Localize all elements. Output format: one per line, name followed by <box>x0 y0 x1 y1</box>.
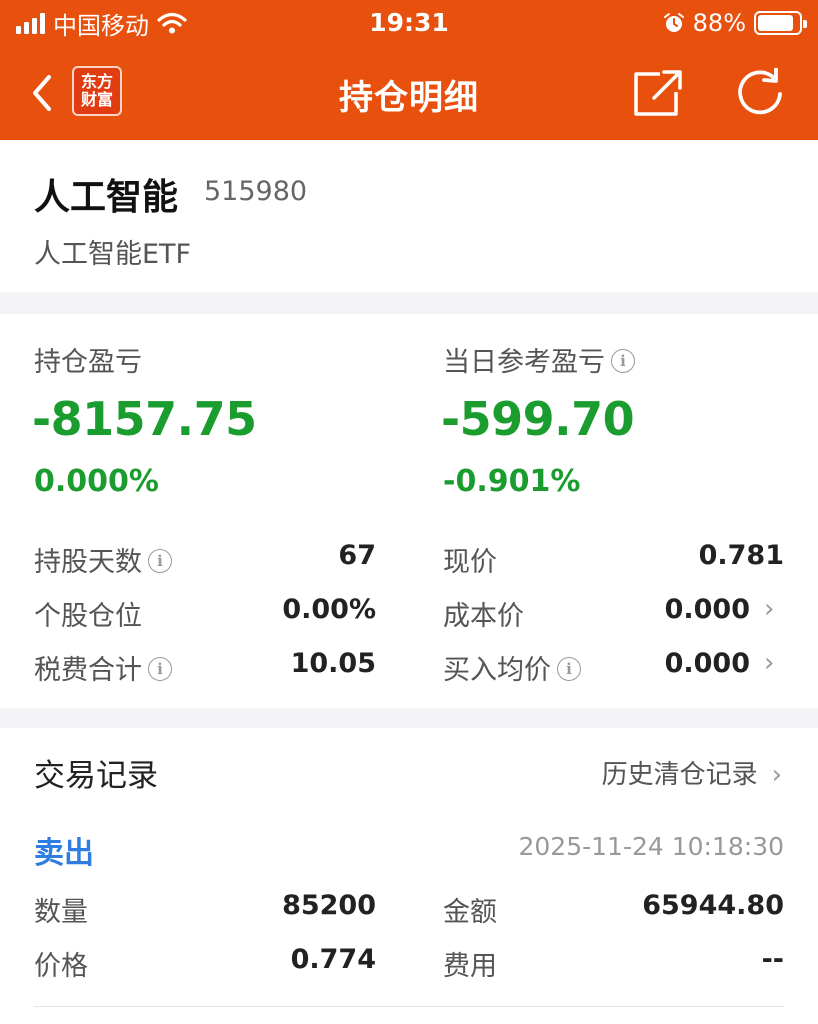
info-icon[interactable]: i <box>148 548 172 573</box>
trade-records-title: 交易记录 <box>34 758 158 794</box>
info-icon[interactable]: i <box>557 656 581 681</box>
trade-type: 卖出 <box>34 836 94 871</box>
holding-days-label: 持股天数 <box>34 547 142 578</box>
trade-fee-value: -- <box>761 944 784 975</box>
trade-qty-label: 数量 <box>34 897 88 928</box>
history-clearance-link[interactable]: 历史清仓记录 › <box>602 754 782 791</box>
page-title: 持仓明细 <box>339 78 479 118</box>
trade-records-section: 交易记录 历史清仓记录 › 卖出 2025-11-24 10:18:30 数量 8… <box>0 728 818 1024</box>
history-clearance-label: 历史清仓记录 <box>601 760 758 790</box>
daily-pnl-value: -599.70 <box>441 392 635 446</box>
cost-price-label[interactable]: 成本价 <box>443 594 524 633</box>
position-ratio-value: 0.00% <box>282 594 376 625</box>
share-button[interactable] <box>630 68 686 118</box>
trade-amount-label: 金额 <box>443 897 497 928</box>
section-divider <box>0 708 818 728</box>
daily-pnl-label: 当日参考盈亏 <box>443 347 605 378</box>
holding-pnl-label: 持仓盈亏 <box>34 347 142 378</box>
app-header: 中国移动 19:31 88% 东方 财富 持仓明细 <box>0 0 818 140</box>
trade-fee-label: 费用 <box>443 951 497 982</box>
daily-pnl-percent: -0.901% <box>443 464 581 499</box>
total-fees-value: 10.05 <box>290 648 376 679</box>
avg-buy-price-label: 买入均价 <box>443 655 551 686</box>
battery-percent: 88% <box>692 9 746 37</box>
total-fees-label-wrap: 税费合计 i <box>34 648 172 687</box>
battery-level <box>758 15 794 31</box>
chevron-right-icon[interactable]: › <box>764 594 774 624</box>
status-bar: 中国移动 19:31 88% <box>0 0 818 46</box>
avg-buy-price-label-wrap[interactable]: 买入均价 i <box>443 648 581 687</box>
trade-time: 2025-11-24 10:18:30 <box>518 832 784 861</box>
trade-amount-value: 65944.80 <box>642 890 784 921</box>
section-divider <box>0 292 818 314</box>
fund-full-name: 人工智能ETF <box>34 239 192 270</box>
status-right: 88% <box>663 8 807 38</box>
total-fees-label: 税费合计 <box>34 655 142 686</box>
row-divider <box>34 1006 784 1007</box>
nav-bar: 东方 财富 持仓明细 <box>0 46 818 140</box>
daily-pnl-label-wrap: 当日参考盈亏 i <box>443 340 635 379</box>
holding-pnl-percent: 0.000% <box>34 464 159 499</box>
holding-days-value: 67 <box>338 540 376 571</box>
holding-days-label-wrap: 持股天数 i <box>34 540 172 579</box>
holding-pnl-value: -8157.75 <box>32 392 257 446</box>
position-ratio-label: 个股仓位 <box>34 601 142 632</box>
current-price-value: 0.781 <box>698 540 784 571</box>
info-icon[interactable]: i <box>611 348 635 373</box>
refresh-icon <box>738 67 782 115</box>
battery-icon <box>754 11 807 35</box>
trade-qty-value: 85200 <box>282 890 376 921</box>
fund-info-section: 人工智能 515980 人工智能ETF <box>0 140 818 292</box>
fund-name: 人工智能 <box>34 177 179 218</box>
share-icon <box>634 70 682 116</box>
pnl-section: 持仓盈亏 -8157.75 0.000% 当日参考盈亏 i -599.70 -0.… <box>0 314 818 708</box>
alarm-icon <box>663 13 684 32</box>
refresh-button[interactable] <box>734 67 788 118</box>
trade-price-label: 价格 <box>34 951 88 982</box>
cost-price-value[interactable]: 0.000 <box>600 594 750 625</box>
trade-price-value: 0.774 <box>290 944 376 975</box>
info-icon[interactable]: i <box>148 656 172 681</box>
avg-buy-price-value[interactable]: 0.000 <box>600 648 750 679</box>
fund-code: 515980 <box>204 176 308 207</box>
current-price-label: 现价 <box>443 547 497 578</box>
chevron-right-icon: › <box>771 760 782 790</box>
chevron-right-icon[interactable]: › <box>764 648 774 678</box>
